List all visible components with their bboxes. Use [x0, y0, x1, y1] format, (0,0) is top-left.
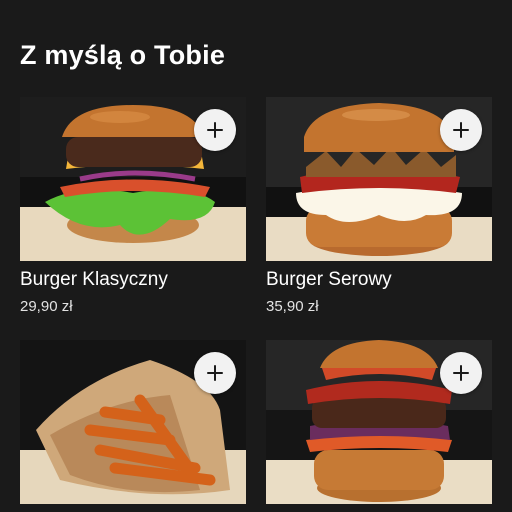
product-name	[20, 504, 246, 512]
plus-icon	[207, 122, 223, 138]
product-card-burger-serowy[interactable]: Burger Serowy 35,90 zł	[266, 97, 492, 316]
product-card-fries[interactable]	[20, 340, 246, 512]
menu-screen: Z myślą o Tobie Burger Klasyczny 29,90 z…	[0, 0, 512, 512]
plus-icon	[453, 365, 469, 381]
product-image[interactable]	[266, 97, 492, 261]
add-to-cart-button[interactable]	[194, 352, 236, 394]
product-name	[266, 504, 492, 512]
add-to-cart-button[interactable]	[440, 352, 482, 394]
product-card-bacon-burger[interactable]	[266, 340, 492, 512]
add-to-cart-button[interactable]	[440, 109, 482, 151]
product-name: Burger Serowy	[266, 269, 392, 290]
product-image[interactable]	[20, 340, 246, 504]
plus-icon	[453, 122, 469, 138]
product-image[interactable]	[20, 97, 246, 261]
product-price: 29,90 zł	[20, 298, 73, 315]
add-to-cart-button[interactable]	[194, 109, 236, 151]
section-title: Z myślą o Tobie	[20, 40, 226, 70]
product-image[interactable]	[266, 340, 492, 504]
product-card-burger-klasyczny[interactable]: Burger Klasyczny 29,90 zł	[20, 97, 246, 316]
plus-icon	[207, 365, 223, 381]
product-name: Burger Klasyczny	[20, 269, 168, 290]
product-price: 35,90 zł	[266, 298, 319, 315]
